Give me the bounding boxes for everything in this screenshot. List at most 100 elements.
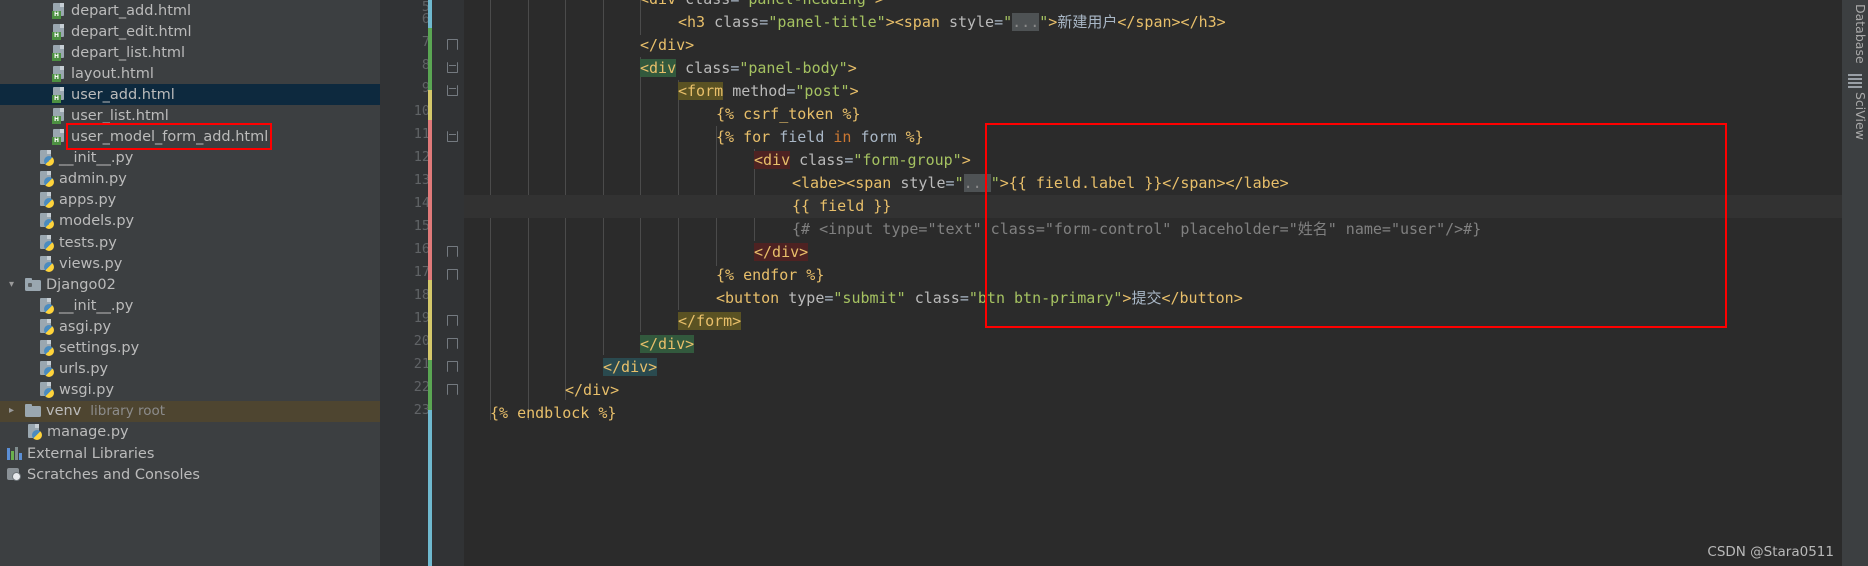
code-editor[interactable]: 5 6 7 8 9 10 11 12 13 14 15 16 17 18 19 … [380,0,1842,566]
python-file-icon [40,150,55,167]
line-number: 11 [413,126,430,142]
tree-item-depart-list-html[interactable]: H depart_list.html [0,42,380,63]
code-line-6: <h3 class="panel-title"><span style="...… [678,13,1226,31]
tree-item-wsgi-py[interactable]: wsgi.py [0,380,380,401]
vcs-change-stripe-green [428,28,432,90]
tree-item-label: wsgi.py [59,382,115,399]
line-number: 8 [421,57,430,73]
right-tool-window-bar[interactable]: Database SciView [1842,0,1868,566]
line-number: 6 [421,11,430,27]
html-file-icon: H [52,129,67,146]
tree-item-label: depart_add.html [71,2,192,19]
vcs-change-stripe-red [428,120,432,280]
fold-marker[interactable] [447,131,458,142]
line-number: 9 [421,80,430,96]
tree-item-label: models.py [59,213,135,230]
tree-item-label: tests.py [59,234,117,251]
html-file-icon: H [52,2,67,19]
fold-marker[interactable] [447,361,458,372]
tree-item-layout-html[interactable]: H layout.html [0,63,380,84]
fold-marker[interactable] [447,269,458,280]
ide-window: H depart_add.html H depart_edit.html H d… [0,0,1868,566]
project-tree-panel[interactable]: H depart_add.html H depart_edit.html H d… [0,0,380,566]
tree-item-django02-folder[interactable]: ▾ Django02 [0,274,380,295]
code-line-20: </div> [640,335,695,353]
code-line-17: {% endfor %} [716,266,825,284]
line-number: 10 [413,103,430,119]
code-line-22: </div> [565,381,620,399]
code-line-19: </form> [678,312,742,330]
fold-marker[interactable] [447,384,458,395]
line-number: 20 [413,333,430,349]
tree-item-scratches-and-consoles[interactable]: Scratches and Consoles [0,464,380,485]
fold-marker[interactable] [447,246,458,257]
tree-item-init-py-app[interactable]: __init__.py [0,148,380,169]
code-line-8: <div class="panel-body"> [640,59,857,77]
line-number: 21 [413,356,430,372]
line-number: 16 [413,241,430,257]
line-number: 14 [413,195,430,211]
code-line-13: <labe><span style="...">{{ field.label }… [792,174,1289,192]
fold-marker[interactable] [447,39,458,50]
tree-item-settings-py[interactable]: settings.py [0,338,380,359]
python-file-icon [40,213,55,230]
line-number: 15 [413,218,430,234]
tree-item-label: Django02 [46,276,116,293]
code-line-23: {% endblock %} [490,404,617,422]
chevron-down-icon[interactable]: ▾ [5,279,18,290]
tree-item-label: user_list.html [71,108,169,125]
tree-item-views-py[interactable]: views.py [0,253,380,274]
line-number: 13 [413,172,430,188]
tree-item-depart-edit-html[interactable]: H depart_edit.html [0,21,380,42]
tree-item-label: Scratches and Consoles [27,466,200,483]
fold-marker[interactable] [447,338,458,349]
tree-item-urls-py[interactable]: urls.py [0,359,380,380]
tree-item-user-add-html[interactable]: H user_add.html [0,84,380,106]
tree-item-manage-py[interactable]: manage.py [0,422,380,443]
tree-item-label: settings.py [59,340,140,357]
tree-item-label: views.py [59,255,123,272]
tree-item-external-libraries[interactable]: External Libraries [0,443,380,464]
tree-item-user-list-html[interactable]: H user_list.html [0,105,380,126]
folder-icon [25,277,42,292]
tree-item-label: admin.py [59,171,127,188]
tree-item-label: manage.py [47,424,129,441]
tree-item-admin-py[interactable]: admin.py [0,169,380,190]
tree-item-user-model-form-add-html[interactable]: H user_model_form_add.html [0,127,380,148]
tree-item-init-py-project[interactable]: __init__.py [0,295,380,316]
python-file-icon [40,340,55,357]
tree-item-asgi-py[interactable]: asgi.py [0,316,380,337]
html-file-icon: H [52,108,67,125]
tree-item-depart-add-html[interactable]: H depart_add.html [0,0,380,21]
grid-icon [1848,74,1862,88]
fold-marker[interactable] [447,85,458,96]
html-file-icon: H [52,86,67,103]
tree-item-models-py[interactable]: models.py [0,211,380,232]
vcs-change-stripe-green-2 [428,360,432,410]
folder-icon [25,404,42,418]
tool-tab-sciview[interactable]: SciView [1842,92,1868,140]
tree-item-label: __init__.py [59,297,134,314]
tool-tab-database[interactable]: Database [1842,4,1868,64]
tree-item-label: apps.py [59,192,117,209]
code-line-15: {# <input type="text" class="form-contro… [792,220,1482,238]
chevron-right-icon[interactable]: ▸ [5,406,18,416]
tree-item-tests-py[interactable]: tests.py [0,232,380,253]
python-file-icon [40,192,55,209]
fold-marker[interactable] [447,62,458,73]
vcs-change-stripe-cyan [428,0,432,28]
csdn-watermark: CSDN @Stara0511 [1707,544,1834,560]
tree-item-label: __init__.py [59,150,134,167]
code-text-area[interactable]: <div class="panel-heading"> <h3 class="p… [464,0,1842,566]
tree-item-venv-folder[interactable]: ▸ venv library root [0,400,380,422]
tree-item-label: venv [46,403,82,420]
vcs-change-stripe-cyan-2 [428,410,432,566]
python-file-icon [40,361,55,378]
tree-item-label: user_add.html [71,86,175,103]
line-number: 22 [413,379,430,395]
fold-marker[interactable] [447,315,458,326]
tree-item-label: urls.py [59,361,109,378]
html-file-icon: H [52,44,67,61]
vcs-change-stripe-yellow [428,90,432,120]
tree-item-apps-py[interactable]: apps.py [0,190,380,211]
